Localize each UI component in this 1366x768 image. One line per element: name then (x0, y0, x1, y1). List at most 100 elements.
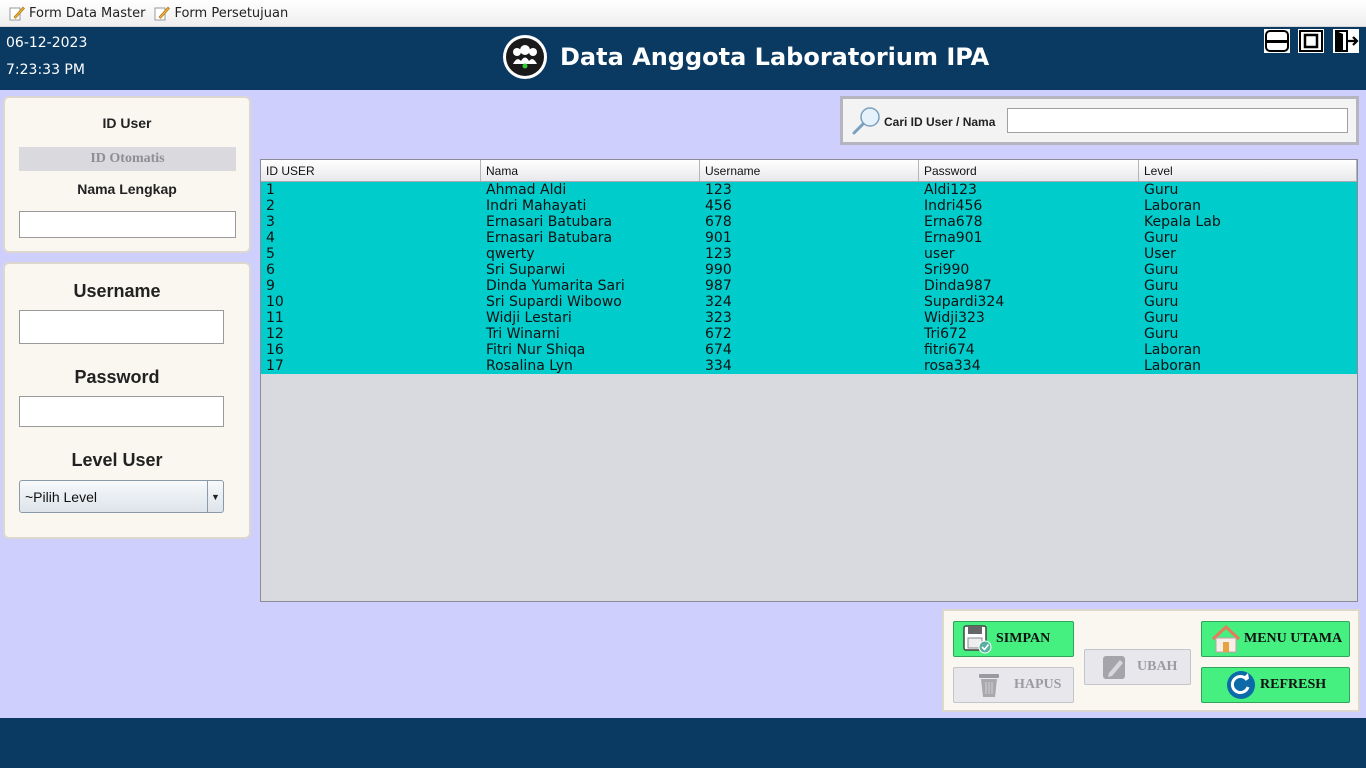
id-user-label: ID User (102, 115, 152, 131)
menu-item-label: Form Data Master (29, 5, 146, 21)
home-icon (1210, 624, 1242, 654)
table-cell: 987 (705, 278, 732, 294)
simpan-button[interactable]: SIMPAN (953, 621, 1074, 657)
table-cell: Fitri Nur Shiqa (486, 342, 586, 358)
exit-icon (1335, 30, 1359, 52)
table-cell: Guru (1144, 230, 1179, 246)
exit-button[interactable] (1332, 28, 1360, 54)
table-row[interactable]: 12 Tri Winarni 672 Tri672 Guru (261, 326, 1357, 342)
table-cell: 5 (266, 246, 275, 262)
table-cell: Rosalina Lyn (486, 358, 573, 374)
column-header-level[interactable]: Level (1139, 160, 1357, 181)
table-cell: 17 (266, 358, 284, 374)
table-cell: 456 (705, 198, 732, 214)
table-cell: 123 (705, 182, 732, 198)
table-cell: 672 (705, 326, 732, 342)
search-input[interactable] (1007, 108, 1348, 133)
table-cell: Laboran (1144, 342, 1202, 358)
table-cell: Ernasari Batubara (486, 214, 613, 230)
refresh-label: REFRESH (1260, 677, 1327, 692)
minimize-icon (1265, 30, 1289, 52)
table-cell: Dinda987 (924, 278, 992, 294)
table-cell: Indri456 (924, 198, 983, 214)
simpan-label: SIMPAN (996, 631, 1051, 646)
table-row[interactable]: 4 Ernasari Batubara 901 Erna901 Guru (261, 230, 1357, 246)
table-cell: Ernasari Batubara (486, 230, 613, 246)
table-cell: fitri674 (924, 342, 975, 358)
nama-lengkap-input[interactable] (19, 211, 236, 238)
refresh-button[interactable]: REFRESH (1201, 667, 1350, 703)
table-cell: Guru (1144, 310, 1179, 326)
username-input[interactable] (19, 310, 224, 344)
table-cell: 323 (705, 310, 732, 326)
time-display: 7:23:33 PM (6, 62, 85, 78)
search-box: Cari ID User / Nama (840, 96, 1359, 145)
menu-item-label: Form Persetujuan (174, 5, 289, 21)
table-cell: Sri Suparwi (486, 262, 566, 278)
table-cell: Guru (1144, 262, 1179, 278)
column-header-password[interactable]: Password (919, 160, 1139, 181)
column-header-id-user[interactable]: ID USER (261, 160, 481, 181)
table-cell: Laboran (1144, 198, 1202, 214)
table-cell: 901 (705, 230, 732, 246)
password-input[interactable] (19, 396, 224, 427)
table-cell: 4 (266, 230, 275, 246)
username-label: Username (73, 281, 161, 301)
menu-utama-button[interactable]: MENU UTAMA (1201, 621, 1350, 657)
menu-item-form-persetujuan[interactable]: Form Persetujuan (153, 4, 288, 22)
level-user-label: Level User (71, 450, 163, 470)
table-cell: 990 (705, 262, 732, 278)
table-row[interactable]: 16 Fitri Nur Shiqa 674 fitri674 Laboran (261, 342, 1357, 358)
table-cell: 324 (705, 294, 732, 310)
column-header-username[interactable]: Username (700, 160, 919, 181)
table-cell: Sri990 (924, 262, 970, 278)
action-panel: SIMPAN HAPUS UBAH MENU UTAMA REFRESH (942, 609, 1360, 712)
table-cell: Guru (1144, 294, 1179, 310)
table-cell: rosa334 (924, 358, 981, 374)
table-row[interactable]: 1 Ahmad Aldi 123 Aldi123 Guru (261, 182, 1357, 198)
table-cell: Aldi123 (924, 182, 977, 198)
table-row[interactable]: 5 qwerty 123 user User (261, 246, 1357, 262)
table-row[interactable]: 3 Ernasari Batubara 678 Erna678 Kepala Lab (261, 214, 1357, 230)
edit-icon (1101, 653, 1129, 681)
table-cell: 2 (266, 198, 275, 214)
table-cell: 9 (266, 278, 275, 294)
table-cell: 334 (705, 358, 732, 374)
table-cell: Guru (1144, 326, 1179, 342)
table-cell: Tri Winarni (486, 326, 560, 342)
table-row[interactable]: 2 Indri Mahayati 456 Indri456 Laboran (261, 198, 1357, 214)
column-header-nama[interactable]: Nama (481, 160, 700, 181)
search-label: Cari ID User / Nama (884, 115, 996, 129)
refresh-icon (1226, 670, 1256, 700)
chevron-down-icon[interactable]: ▼ (207, 481, 223, 512)
table-cell: Ahmad Aldi (486, 182, 567, 198)
table-cell: Kepala Lab (1144, 214, 1221, 230)
table-row[interactable]: 11 Widji Lestari 323 Widji323 Guru (261, 310, 1357, 326)
table-row[interactable]: 6 Sri Suparwi 990 Sri990 Guru (261, 262, 1357, 278)
table-cell: user (924, 246, 955, 262)
table-row[interactable]: 17 Rosalina Lyn 334 rosa334 Laboran (261, 358, 1357, 374)
users-group-icon (503, 35, 547, 79)
minimize-button[interactable] (1263, 28, 1291, 54)
hapus-button[interactable]: HAPUS (953, 667, 1074, 703)
menu-item-form-data-master[interactable]: Form Data Master (8, 4, 145, 22)
page-title: Data Anggota Laboratorium IPA (560, 43, 990, 71)
pencil-note-icon (154, 6, 171, 21)
table-cell: Widji Lestari (486, 310, 572, 326)
maximize-button[interactable] (1297, 28, 1325, 54)
maximize-icon (1299, 30, 1323, 52)
menu-utama-label: MENU UTAMA (1244, 631, 1343, 646)
table-cell: 12 (266, 326, 284, 342)
table-cell: Erna678 (924, 214, 983, 230)
table-row[interactable]: 10 Sri Supardi Wibowo 324 Supardi324 Guru (261, 294, 1357, 310)
table-cell: Widji323 (924, 310, 985, 326)
level-user-select[interactable]: ~Pilih Level ▼ (19, 480, 224, 513)
table-row[interactable]: 9 Dinda Yumarita Sari 987 Dinda987 Guru (261, 278, 1357, 294)
ubah-button[interactable]: UBAH (1084, 649, 1191, 685)
password-label: Password (74, 367, 160, 387)
date-display: 06-12-2023 (6, 35, 88, 51)
table-cell: Dinda Yumarita Sari (486, 278, 625, 294)
table-cell: Indri Mahayati (486, 198, 587, 214)
account-panel: Username Password Level User ~Pilih Leve… (3, 262, 251, 539)
table-cell: Laboran (1144, 358, 1202, 374)
